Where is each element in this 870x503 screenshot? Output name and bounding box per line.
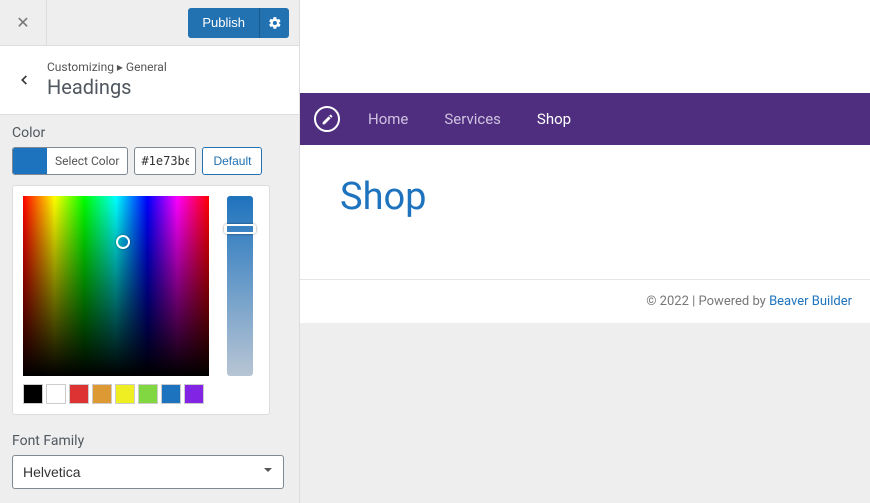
close-icon: ✕ bbox=[16, 13, 29, 32]
saturation-handle[interactable] bbox=[116, 235, 130, 249]
font-family-label: Font Family bbox=[12, 433, 287, 449]
customizer-topbar: ✕ Publish bbox=[0, 0, 299, 46]
color-swatch[interactable] bbox=[23, 384, 43, 404]
color-swatch[interactable] bbox=[161, 384, 181, 404]
customizer-sidebar: ✕ Publish Customizing ▸ General Headings… bbox=[0, 0, 300, 503]
gear-icon bbox=[268, 16, 282, 30]
close-button[interactable]: ✕ bbox=[0, 0, 47, 46]
section-header: Customizing ▸ General Headings bbox=[0, 46, 299, 115]
page-heading: Shop bbox=[340, 175, 830, 219]
footer-link[interactable]: Beaver Builder bbox=[769, 294, 852, 309]
back-button[interactable] bbox=[0, 56, 47, 104]
color-swatch[interactable] bbox=[69, 384, 89, 404]
site-footer: © 2022 | Powered by Beaver Builder bbox=[300, 279, 870, 323]
current-color-swatch bbox=[13, 148, 47, 174]
publish-button[interactable]: Publish bbox=[188, 8, 259, 38]
nav-link-shop[interactable]: Shop bbox=[533, 104, 575, 134]
default-button[interactable]: Default bbox=[202, 147, 262, 175]
nav-link-home[interactable]: Home bbox=[364, 104, 412, 134]
hue-slider[interactable] bbox=[227, 196, 253, 376]
breadcrumb: Customizing ▸ General bbox=[47, 60, 167, 74]
color-swatch[interactable] bbox=[46, 384, 66, 404]
color-swatch[interactable] bbox=[115, 384, 135, 404]
chevron-left-icon bbox=[17, 73, 31, 87]
color-label: Color bbox=[12, 125, 287, 141]
section-title: Headings bbox=[47, 74, 167, 100]
font-family-select[interactable]: Helvetica bbox=[12, 455, 284, 489]
color-swatch[interactable] bbox=[92, 384, 112, 404]
color-swatch[interactable] bbox=[184, 384, 204, 404]
nav-link-services[interactable]: Services bbox=[440, 104, 505, 134]
pencil-icon bbox=[321, 113, 334, 126]
color-swatch[interactable] bbox=[138, 384, 158, 404]
hue-handle[interactable] bbox=[224, 224, 256, 234]
select-color-label: Select Color bbox=[47, 148, 127, 174]
edit-shortcut-button[interactable] bbox=[314, 106, 340, 132]
color-picker bbox=[12, 185, 270, 415]
site-preview: Home Services Shop Shop © 2022 | Powered b… bbox=[300, 0, 870, 503]
settings-button[interactable] bbox=[259, 8, 289, 38]
hex-input[interactable] bbox=[134, 147, 196, 175]
select-color-button[interactable]: Select Color bbox=[12, 147, 128, 175]
saturation-area[interactable] bbox=[23, 196, 209, 376]
footer-text: © 2022 | Powered by bbox=[646, 294, 769, 309]
site-navbar: Home Services Shop bbox=[300, 93, 870, 145]
